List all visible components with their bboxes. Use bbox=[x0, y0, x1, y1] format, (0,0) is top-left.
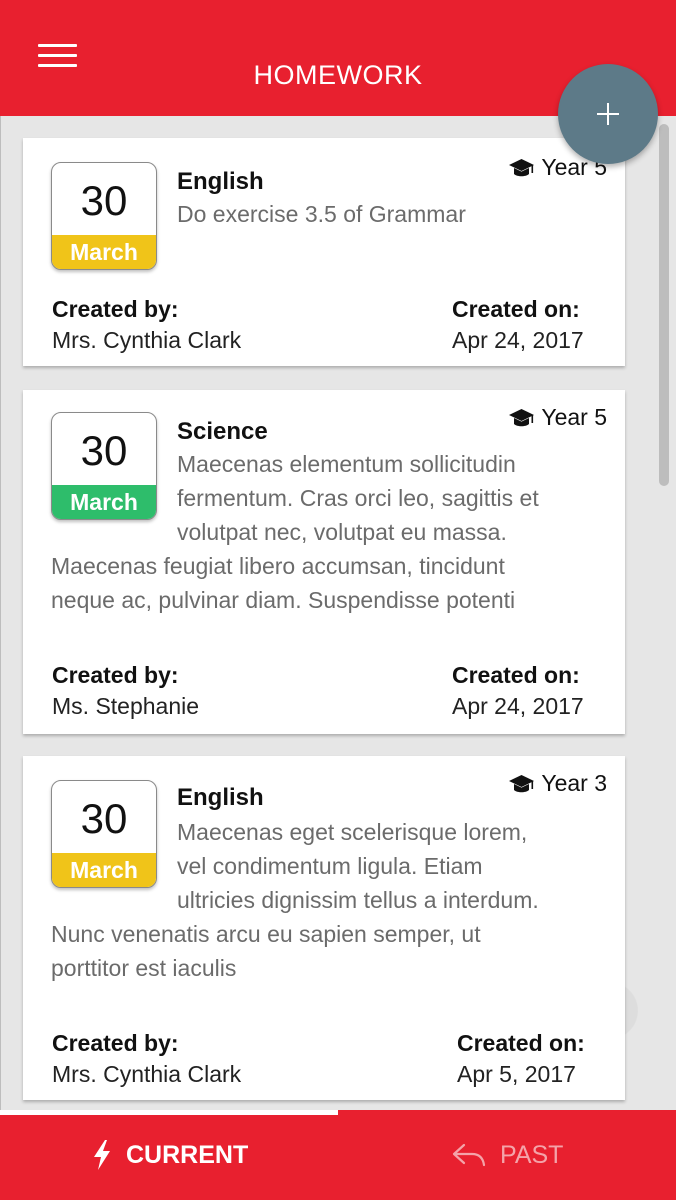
year-badge: Year 3 bbox=[508, 770, 607, 797]
created-by-label: Created by: bbox=[52, 1030, 179, 1056]
created-on-value: Apr 24, 2017 bbox=[452, 327, 584, 353]
description-line: porttitor est iaculis bbox=[51, 955, 237, 981]
created-by-label: Created by: bbox=[52, 296, 179, 322]
tab-past-label: PAST bbox=[500, 1140, 564, 1169]
add-homework-button[interactable] bbox=[558, 64, 658, 164]
description-line: neque ac, pulvinar diam. Suspendisse pot… bbox=[51, 587, 516, 613]
lightning-icon bbox=[94, 1140, 110, 1170]
created-by-value: Ms. Stephanie bbox=[52, 693, 200, 719]
year-label: Year 3 bbox=[541, 770, 607, 796]
date-day: 30 bbox=[80, 427, 128, 474]
tab-current-label: CURRENT bbox=[126, 1140, 249, 1169]
date-badge: 30 March bbox=[51, 412, 157, 520]
graduation-cap-icon bbox=[509, 408, 535, 426]
graduation-cap-icon bbox=[509, 774, 535, 792]
bottom-tab-bar: CURRENT PAST bbox=[0, 1110, 676, 1200]
date-day: 30 bbox=[80, 795, 128, 842]
description-line: Maecenas elementum sollicitudin bbox=[177, 451, 516, 477]
description-line: ultricies dignissim tellus a interdum. bbox=[177, 887, 539, 913]
date-badge: 30 March bbox=[51, 162, 157, 270]
graduation-cap-icon bbox=[509, 158, 535, 176]
description-line: Nunc venenatis arcu eu sapien semper, ut bbox=[51, 921, 481, 947]
created-by-label: Created by: bbox=[52, 662, 179, 688]
homework-list[interactable]: 30 March English Year 5 Do exercise 3.5 … bbox=[0, 116, 676, 1110]
subject-label: English bbox=[177, 784, 264, 811]
homework-card[interactable]: 30 March Science Year 5 Maecenas element… bbox=[23, 390, 625, 734]
scrollbar[interactable] bbox=[659, 124, 669, 486]
date-month: March bbox=[52, 235, 156, 269]
created-on-label: Created on: bbox=[452, 296, 580, 322]
date-badge: 30 March bbox=[51, 780, 157, 888]
date-day: 30 bbox=[80, 177, 128, 224]
tab-past[interactable]: PAST bbox=[452, 1110, 563, 1200]
created-on-value: Apr 24, 2017 bbox=[452, 693, 584, 719]
description-line: Maecenas eget scelerisque lorem, bbox=[177, 819, 528, 845]
created-on-label: Created on: bbox=[457, 1030, 585, 1056]
description-line: fermentum. Cras orci leo, sagittis et bbox=[177, 485, 539, 511]
description-line: Maecenas feugiat libero accumsan, tincid… bbox=[51, 553, 505, 579]
description-line: vel condimentum ligula. Etiam bbox=[177, 853, 483, 879]
created-on-label: Created on: bbox=[452, 662, 580, 688]
created-by-value: Mrs. Cynthia Clark bbox=[52, 327, 242, 353]
subject-label: Science bbox=[177, 418, 268, 445]
created-by-value: Mrs. Cynthia Clark bbox=[52, 1061, 242, 1087]
created-on-value: Apr 5, 2017 bbox=[457, 1061, 576, 1087]
year-badge: Year 5 bbox=[508, 404, 607, 431]
reply-arrow-icon bbox=[452, 1143, 486, 1167]
homework-description: Do exercise 3.5 of Grammar bbox=[177, 201, 466, 227]
year-label: Year 5 bbox=[541, 404, 607, 430]
homework-card[interactable]: 30 March English Year 5 Do exercise 3.5 … bbox=[23, 138, 625, 366]
description-line: volutpat nec, volutpat eu massa. bbox=[177, 519, 507, 545]
subject-label: English bbox=[177, 168, 264, 195]
date-month: March bbox=[52, 853, 156, 887]
homework-card[interactable]: 30 March English Year 3 Maecenas eget sc… bbox=[23, 756, 625, 1100]
date-month: March bbox=[52, 485, 156, 519]
tab-current[interactable]: CURRENT bbox=[92, 1110, 248, 1200]
